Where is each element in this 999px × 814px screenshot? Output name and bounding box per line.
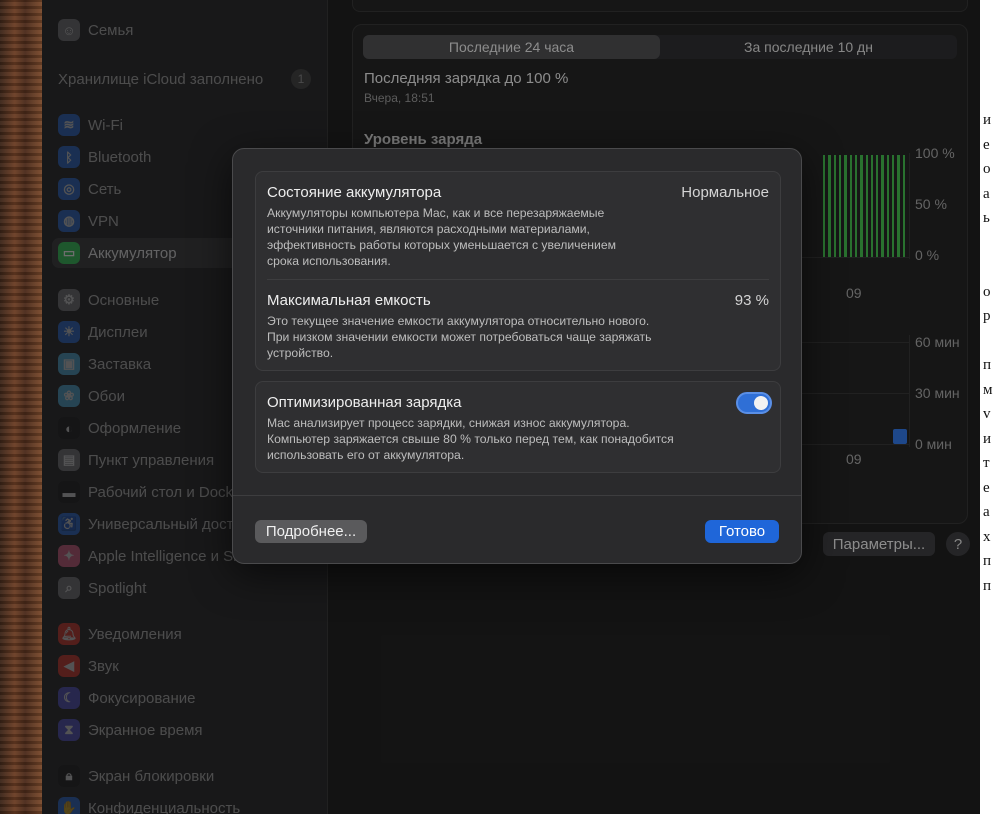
max-capacity-description: Это текущее значение емкости аккумулятор… [267, 313, 707, 361]
max-capacity-title: Максимальная емкость [267, 292, 431, 309]
description-line: источники питания, являются расходными м… [267, 222, 590, 236]
description-line: эффективность работы которых уменьшается… [267, 238, 616, 252]
background-document-window: иеоаьорпмvитеахпп [980, 0, 999, 814]
battery-health-value: Нормальное [681, 184, 769, 201]
document-text-fragment: п [983, 577, 992, 594]
max-capacity-value: 93 % [734, 292, 769, 309]
document-text-fragment: х [983, 528, 991, 545]
description-line: Это текущее значение емкости аккумулятор… [267, 314, 650, 328]
optimized-charging-title: Оптимизированная зарядка [267, 394, 462, 411]
description-line: Аккумуляторы компьютера Mac, как и все п… [267, 206, 605, 220]
battery-health-description: Аккумуляторы компьютера Mac, как и все п… [267, 205, 707, 269]
optimized-charging-description: Mac анализирует процесс зарядки, снижая … [267, 415, 737, 463]
document-text-fragment: и [983, 112, 992, 128]
description-line: Mac анализирует процесс зарядки, снижая … [267, 416, 630, 430]
document-text-fragment: м [983, 381, 993, 398]
description-line: использовать его от аккумулятора. [267, 448, 465, 462]
description-line: устройство. [267, 346, 334, 360]
document-text-fragment: е [983, 479, 990, 496]
battery-health-title: Состояние аккумулятора [267, 184, 442, 201]
battery-info-card: Состояние аккумулятора Нормальное Аккуму… [255, 171, 781, 371]
description-line: срока использования. [267, 254, 391, 268]
document-text-fragment: т [983, 455, 990, 471]
document-text-fragment: v [983, 406, 991, 422]
description-line: При низком значении емкости может потреб… [267, 330, 652, 344]
document-text-fragment: а [983, 504, 990, 520]
document-text-fragment: е [983, 136, 990, 153]
toggle-knob [754, 396, 768, 410]
document-text-fragment: п [983, 357, 992, 373]
document-text-fragment: п [983, 553, 992, 569]
card-divider [267, 279, 769, 280]
document-text-fragment: и [983, 430, 992, 447]
more-info-button[interactable]: Подробнее... [255, 520, 367, 543]
document-text-fragment: а [983, 185, 990, 202]
document-text-fragment: р [983, 308, 991, 324]
desktop-wallpaper [0, 0, 42, 814]
optimized-charging-card: Оптимизированная зарядка Mac анализирует… [255, 381, 781, 473]
document-text-fragment: ь [983, 210, 990, 226]
document-text-fragment: о [983, 283, 991, 300]
optimized-charging-toggle[interactable] [736, 392, 772, 414]
battery-health-dialog: Состояние аккумулятора Нормальное Аккуму… [232, 148, 802, 564]
description-line: Компьютер заряжается свыше 80 % только п… [267, 432, 674, 446]
done-button[interactable]: Готово [705, 520, 779, 543]
dialog-divider [233, 495, 801, 496]
document-text-fragment: о [983, 161, 991, 177]
